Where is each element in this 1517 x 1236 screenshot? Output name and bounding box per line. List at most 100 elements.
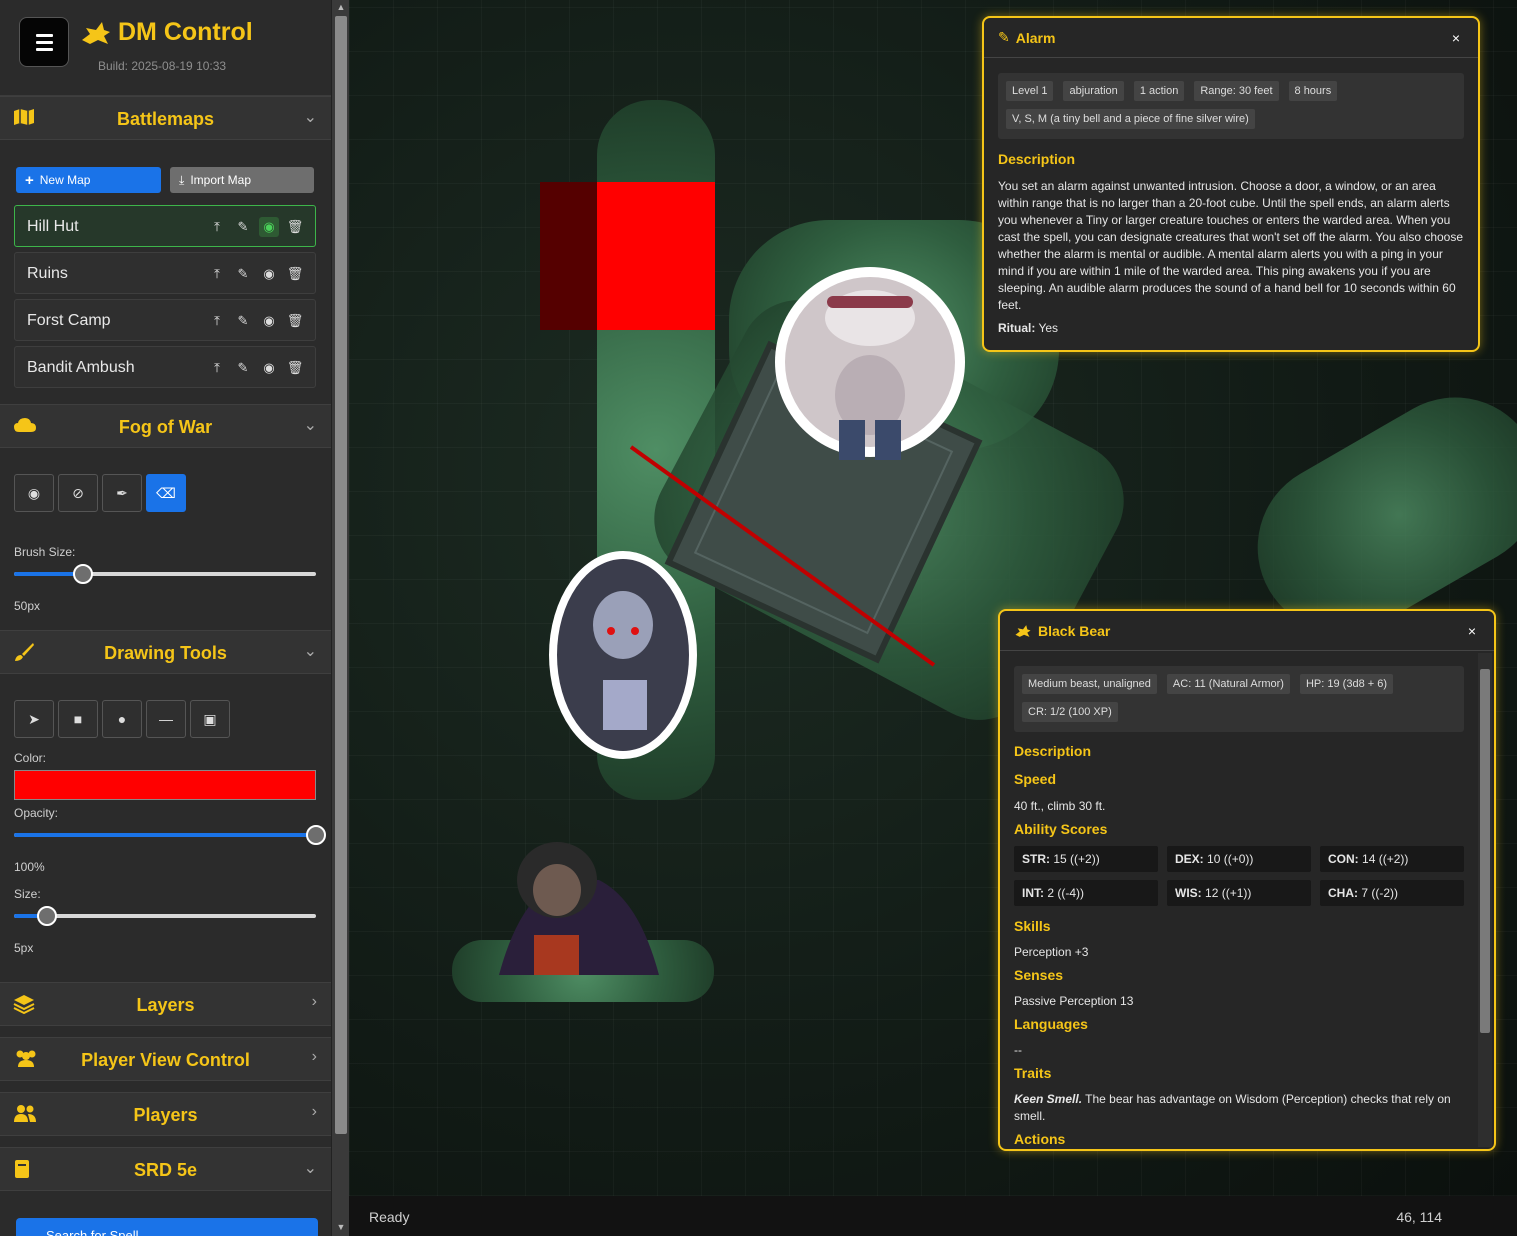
fog-hide-button[interactable]: ⊘	[58, 474, 98, 512]
skills-heading: Skills	[1014, 918, 1051, 934]
edit-icon[interactable]: ✎	[233, 311, 253, 331]
opacity-label: Opacity:	[14, 806, 59, 820]
section-battlemaps[interactable]: Battlemaps ⌄	[0, 96, 331, 140]
spell-panel-header[interactable]: ✎ Alarm ×	[984, 18, 1478, 58]
section-drawing-tools[interactable]: Drawing Tools ⌄	[0, 630, 331, 674]
monster-panel[interactable]: Black Bear × Medium beast, unaligned AC:…	[998, 609, 1496, 1151]
edit-icon[interactable]: ✎	[233, 264, 253, 284]
map-item-bandit-ambush[interactable]: Bandit Ambush ⤒ ✎ ◉ 🗑	[14, 346, 316, 388]
opacity-value: 100%	[14, 860, 45, 874]
token-ghoul[interactable]	[549, 551, 697, 759]
scrollbar-thumb[interactable]	[335, 16, 347, 1134]
senses-heading: Senses	[1014, 967, 1064, 983]
upload-icon[interactable]: ⤒	[207, 311, 227, 331]
eye-icon[interactable]: ◉	[259, 264, 279, 284]
eye-icon[interactable]: ◉	[259, 311, 279, 331]
monster-panel-scrollbar[interactable]	[1478, 653, 1492, 1147]
slider-knob[interactable]	[37, 906, 58, 926]
new-map-button[interactable]: + New Map	[16, 167, 161, 193]
monster-tags: Medium beast, unaligned AC: 11 (Natural …	[1014, 666, 1464, 732]
upload-icon[interactable]: ⤒	[207, 217, 227, 237]
drawn-rectangle[interactable]	[597, 182, 715, 330]
monster-panel-header[interactable]: Black Bear ×	[1000, 611, 1494, 651]
close-icon[interactable]: ×	[1452, 30, 1460, 46]
spell-panel[interactable]: ✎ Alarm × Level 1 abjuration 1 action Ra…	[982, 16, 1480, 352]
status-text: Ready	[369, 1209, 410, 1225]
edit-icon[interactable]: ✎	[233, 217, 253, 237]
image-tool-button[interactable]: ▣	[190, 700, 230, 738]
chevron-right-icon: ›	[311, 993, 317, 1010]
tag-ac: AC: 11 (Natural Armor)	[1166, 674, 1290, 694]
build-label: Build: 2025-08-19 10:33	[98, 59, 227, 73]
ability-scores: STR: 15 ((+2)) DEX: 10 ((+0)) CON: 14 ((…	[1014, 846, 1464, 906]
close-icon[interactable]: ×	[1468, 623, 1476, 639]
scrollbar-thumb[interactable]	[1480, 669, 1490, 1033]
circle-icon: ●	[117, 711, 127, 727]
app-title: DM Control	[80, 18, 253, 47]
chevron-down-icon: ⌄	[303, 109, 317, 126]
sidebar-scrollbar[interactable]: ▲ ▼	[331, 0, 349, 1236]
section-fog-of-war[interactable]: Fog of War ⌄	[0, 404, 331, 448]
pencil-icon: ✎	[998, 29, 1010, 45]
slider-knob[interactable]	[306, 825, 326, 845]
search-spell-button[interactable]: Search for Spell	[16, 1218, 318, 1236]
opacity-slider[interactable]	[14, 825, 326, 845]
brush-size-label: Brush Size:	[14, 545, 76, 559]
dragon-icon	[1015, 624, 1031, 637]
ability-str: STR: 15 ((+2))	[1014, 846, 1158, 872]
eye-icon[interactable]: ◉	[259, 358, 279, 378]
trash-icon[interactable]: 🗑	[285, 311, 305, 331]
upload-icon[interactable]: ⤒	[207, 358, 227, 378]
slider-knob[interactable]	[73, 564, 94, 584]
trash-icon[interactable]: 🗑	[285, 358, 305, 378]
brush-size-slider[interactable]	[14, 564, 316, 584]
fog-brush-button[interactable]: ✒	[102, 474, 142, 512]
actions-heading: Actions	[1014, 1131, 1066, 1147]
fog-reveal-button[interactable]: ◉	[14, 474, 54, 512]
drawn-rectangle-shadow[interactable]	[540, 182, 597, 330]
chevron-down-icon: ⌄	[303, 643, 317, 660]
select-tool-button[interactable]: ➤	[14, 700, 54, 738]
line-tool-button[interactable]: —	[146, 700, 186, 738]
import-map-button[interactable]: ⤓ Import Map	[170, 167, 314, 193]
scroll-down-icon[interactable]: ▼	[332, 1220, 350, 1234]
rectangle-tool-button[interactable]: ■	[58, 700, 98, 738]
size-slider[interactable]	[14, 906, 316, 926]
brush-size-value: 50px	[14, 599, 41, 613]
eye-icon[interactable]: ◉	[259, 217, 279, 237]
eye-slash-icon: ⊘	[72, 484, 84, 501]
edit-icon[interactable]: ✎	[233, 358, 253, 378]
plus-icon: +	[25, 171, 34, 189]
map-item-ruins[interactable]: Ruins ⤒ ✎ ◉ 🗑	[14, 252, 316, 294]
ritual-line: Ritual: Yes	[998, 321, 1059, 335]
tag-components: V, S, M (a tiny bell and a piece of fine…	[1006, 109, 1255, 129]
ability-cha: CHA: 7 ((-2))	[1320, 880, 1464, 906]
section-player-view-control[interactable]: Player View Control ›	[0, 1037, 331, 1081]
chevron-down-icon: ⌄	[303, 1160, 317, 1177]
section-layers[interactable]: Layers ›	[0, 982, 331, 1026]
chevron-right-icon: ›	[311, 1048, 317, 1065]
ability-con: CON: 14 ((+2))	[1320, 846, 1464, 872]
map-item-forst-camp[interactable]: Forst Camp ⤒ ✎ ◉ 🗑	[14, 299, 316, 341]
scroll-up-icon[interactable]: ▲	[332, 0, 350, 14]
map-item-hill-hut[interactable]: Hill Hut ⤒ ✎ ◉ 🗑	[14, 205, 316, 247]
menu-button[interactable]	[19, 17, 69, 67]
cursor-icon: ➤	[28, 710, 40, 727]
trash-icon[interactable]: 🗑	[285, 264, 305, 284]
sidebar-header: DM Control Build: 2025-08-19 10:33	[0, 0, 331, 96]
color-picker[interactable]	[14, 770, 316, 800]
hamburger-icon	[35, 33, 53, 37]
tag-cr: CR: 1/2 (100 XP)	[1022, 702, 1118, 722]
token-vampire[interactable]	[499, 842, 659, 975]
fog-eraser-button[interactable]: ⌫	[146, 474, 186, 512]
section-srd-5e[interactable]: SRD 5e ⌄	[0, 1147, 331, 1191]
tag-level: Level 1	[1006, 81, 1054, 101]
trash-icon[interactable]: 🗑	[285, 217, 305, 237]
circle-tool-button[interactable]: ●	[102, 700, 142, 738]
upload-icon[interactable]: ⤒	[207, 264, 227, 284]
tag-hp: HP: 19 (3d8 + 6)	[1299, 674, 1394, 694]
section-players[interactable]: Players ›	[0, 1092, 331, 1136]
spell-tags: Level 1 abjuration 1 action Range: 30 fe…	[998, 73, 1464, 139]
speed-value: 40 ft., climb 30 ft.	[1014, 799, 1106, 813]
eye-icon: ◉	[27, 484, 41, 501]
